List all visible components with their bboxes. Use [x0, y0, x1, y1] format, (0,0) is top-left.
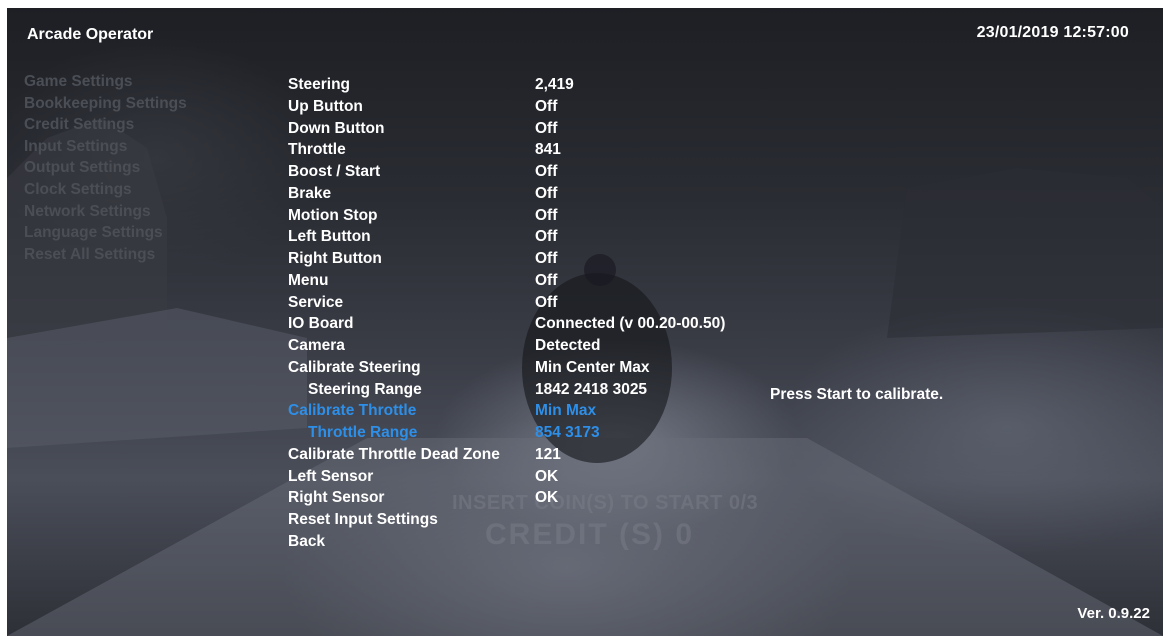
setting-row-io-board[interactable]: IO Board Connected (v 00.20-00.50) — [288, 313, 725, 335]
setting-value: 841 — [535, 141, 561, 159]
setting-row-calibrate-throttle[interactable]: Calibrate Throttle Min Max — [288, 400, 596, 422]
setting-label: IO Board — [288, 315, 354, 333]
setting-value: 1842 2418 3025 — [535, 380, 648, 398]
setting-label: Calibrate Throttle — [288, 402, 417, 420]
setting-row-service[interactable]: Service Off — [288, 292, 557, 314]
setting-row-throttle-range[interactable]: Throttle Range 854 3173 — [288, 422, 600, 444]
menu-item-game-settings[interactable]: Game Settings — [24, 71, 187, 93]
setting-label: Back — [288, 532, 326, 550]
setting-row-calibrate-throttle-dead-zone[interactable]: Calibrate Throttle Dead Zone 121 — [288, 444, 561, 466]
date-time: 23/01/2019 12:57:00 — [976, 24, 1129, 41]
setting-row-down-button[interactable]: Down Button Off — [288, 118, 557, 140]
setting-row-up-button[interactable]: Up Button Off — [288, 96, 557, 118]
setting-value: Off — [535, 206, 558, 224]
setting-label: Calibrate Throttle Dead Zone — [288, 445, 500, 463]
setting-row-boost-start[interactable]: Boost / Start Off — [288, 161, 557, 183]
menu-item-language-settings[interactable]: Language Settings — [24, 222, 187, 244]
menu-item-reset-all-settings[interactable]: Reset All Settings — [24, 244, 187, 266]
setting-label: Right Button — [288, 250, 382, 267]
setting-row-camera[interactable]: Camera Detected — [288, 335, 600, 357]
setting-row-left-sensor[interactable]: Left Sensor OK — [288, 466, 558, 488]
setting-row-menu[interactable]: Menu Off — [288, 270, 557, 292]
setting-value: Off — [535, 163, 558, 180]
setting-label: Menu — [288, 271, 329, 289]
credit-overlay: CREDIT (S) 0 — [485, 518, 695, 551]
setting-value: 854 3173 — [535, 424, 600, 441]
setting-label: Steering — [288, 76, 351, 93]
setting-label: Down Button — [288, 119, 385, 137]
setting-value: OK — [535, 489, 559, 507]
setting-label: Throttle — [288, 141, 346, 159]
setting-label: Right Sensor — [288, 489, 385, 507]
setting-value: Off — [535, 97, 558, 115]
setting-value: Off — [535, 119, 558, 137]
setting-row-left-button[interactable]: Left Button Off — [288, 226, 557, 248]
app-title: Arcade Operator — [27, 26, 154, 43]
setting-label: Calibrate Steering — [288, 358, 421, 376]
setting-row-calibrate-steering[interactable]: Calibrate Steering Min Center Max — [288, 357, 650, 379]
setting-label: Service — [288, 293, 344, 311]
setting-row-steering-range[interactable]: Steering Range 1842 2418 3025 — [288, 379, 647, 401]
rider-helmet — [584, 254, 616, 286]
input-settings-list: Steering 2,419 Up Button Off Down Button Of… — [288, 74, 725, 553]
setting-label: Up Button — [288, 97, 363, 115]
setting-value: Min Center Max — [535, 358, 650, 376]
setting-label: Left Button — [288, 228, 371, 246]
setting-row-motion-stop[interactable]: Motion Stop Off — [288, 205, 557, 227]
menu-item-input-settings[interactable]: Input Settings — [24, 136, 187, 158]
setting-label: Camera — [288, 337, 345, 354]
setting-label: Left Sensor — [288, 467, 374, 485]
setting-value: 121 — [535, 445, 561, 463]
setting-value: Off — [535, 293, 558, 311]
menu-item-bookkeeping-settings[interactable]: Bookkeeping Settings — [24, 93, 187, 115]
setting-row-right-button[interactable]: Right Button Off — [288, 248, 557, 270]
setting-row-throttle[interactable]: Throttle 841 — [288, 139, 561, 161]
setting-label: Throttle Range — [308, 424, 418, 441]
menu-item-network-settings[interactable]: Network Settings — [24, 201, 187, 223]
setting-label: Motion Stop — [288, 206, 378, 224]
setting-value: 2,419 — [535, 76, 574, 93]
menu-item-output-settings[interactable]: Output Settings — [24, 157, 187, 179]
setting-row-steering[interactable]: Steering 2,419 — [288, 74, 574, 96]
background-building-right — [887, 168, 1163, 338]
menu-item-clock-settings[interactable]: Clock Settings — [24, 179, 187, 201]
setting-value: Off — [535, 228, 558, 246]
setting-value: Detected — [535, 337, 601, 354]
menu-item-credit-settings[interactable]: Credit Settings — [24, 114, 187, 136]
setting-row-brake[interactable]: Brake Off — [288, 183, 557, 205]
setting-value: Connected (v 00.20-00.50) — [535, 315, 726, 333]
setting-value: Off — [535, 271, 558, 289]
setting-row-back[interactable]: Back — [288, 531, 500, 553]
setting-value: Off — [535, 250, 558, 267]
setting-label: Brake — [288, 184, 332, 202]
setting-label: Boost / Start — [288, 163, 381, 180]
setting-value: OK — [535, 467, 559, 485]
operator-screen: Arcade Operator 23/01/2019 12:57:00 Game… — [7, 8, 1163, 636]
setting-label: Reset Input Settings — [288, 511, 438, 528]
settings-menu: Game Settings Bookkeeping Settings Credi… — [24, 71, 187, 265]
setting-label: Steering Range — [308, 380, 422, 398]
setting-row-right-sensor[interactable]: Right Sensor OK — [288, 487, 558, 509]
setting-value: Off — [535, 184, 558, 202]
calibration-instruction: Press Start to calibrate. — [770, 386, 944, 403]
setting-value: Min Max — [535, 402, 597, 420]
version-label: Ver. 0.9.22 — [1077, 605, 1150, 622]
setting-row-reset-input-settings[interactable]: Reset Input Settings — [288, 509, 500, 531]
